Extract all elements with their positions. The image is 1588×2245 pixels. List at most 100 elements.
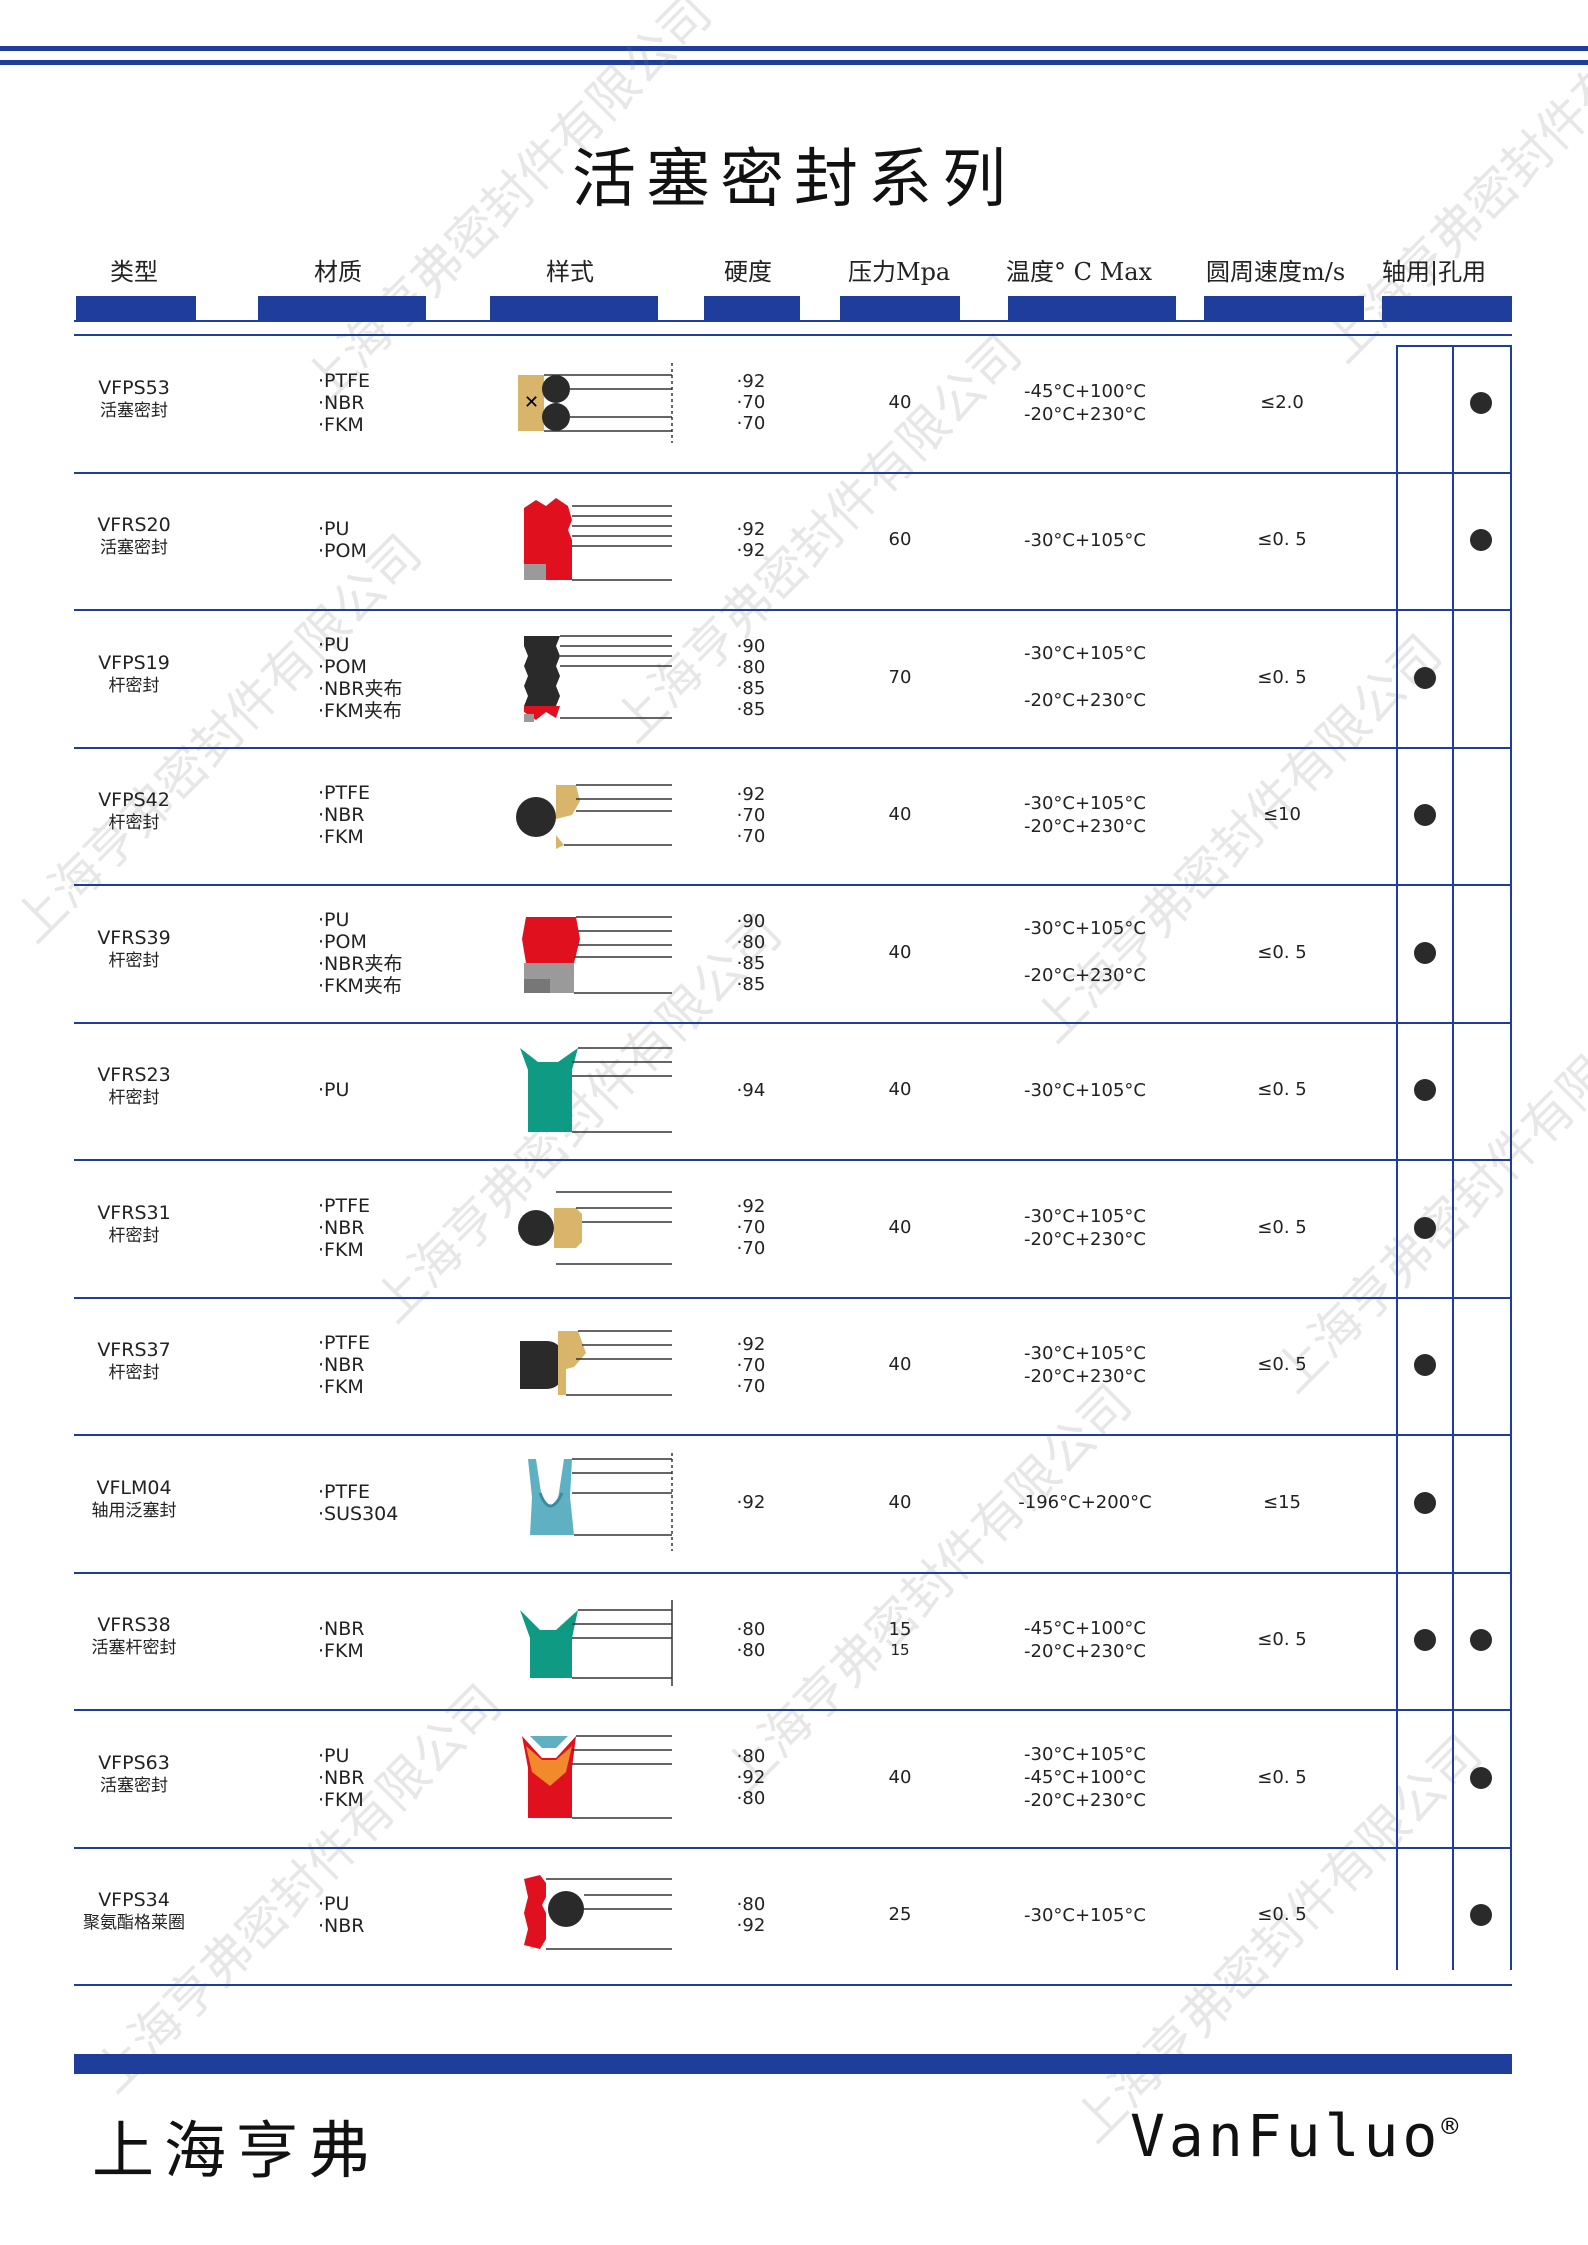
hardness-value: ·92	[736, 1334, 766, 1355]
material-item: ·FKM	[318, 1376, 364, 1398]
shaft-use-mark	[1414, 1492, 1436, 1514]
temperature-range: -30°C+105°C	[1024, 1080, 1146, 1101]
hardness-value: ·92	[736, 371, 766, 392]
hardness-value: ·70	[736, 1355, 766, 1376]
hardness-value: ·80	[736, 1619, 766, 1640]
brand-name: VanFuluo	[1130, 2102, 1442, 2170]
temperature-range: -20°C+230°C	[1024, 1641, 1146, 1662]
speed-value: ≤0. 5	[1257, 1904, 1307, 1925]
hardness-cell: ·92	[716, 1492, 786, 1513]
seal-cross-section-icon: ✕	[516, 353, 676, 453]
hardness-value: ·70	[736, 826, 766, 847]
header-bar	[1382, 296, 1512, 322]
materials-cell: ·PTFE ·NBR ·FKM	[318, 1195, 438, 1261]
material-item: ·PTFE	[318, 370, 371, 392]
seal-cross-section-icon	[516, 1315, 676, 1415]
temperature-range: -196°C+200°C	[1018, 1492, 1152, 1513]
materials-cell: ·NBR ·FKM	[318, 1618, 438, 1662]
header-bar	[1008, 296, 1176, 322]
row-divider	[74, 747, 1512, 749]
seal-cross-section-icon	[516, 1728, 676, 1828]
product-type-name: 杆密封	[108, 676, 160, 696]
speed-value: ≤0. 5	[1257, 1767, 1307, 1788]
material-item: ·NBR	[318, 804, 365, 826]
pressure-value: 40	[888, 1767, 912, 1788]
shaft-use-mark	[1414, 942, 1436, 964]
temperature-range: -20°C+230°C	[1024, 1229, 1146, 1250]
pressure-value: 40	[888, 804, 912, 825]
temperature-cell: -45°C+100°C -20°C+230°C	[990, 1617, 1180, 1663]
shaft-column-line	[1396, 346, 1398, 1970]
material-item: ·PU	[318, 909, 350, 931]
page-title: 活塞密封系列	[572, 143, 1016, 217]
pressure-cell: 40	[862, 941, 938, 964]
seal-cross-section-icon	[516, 1178, 676, 1278]
temperature-range: -30°C+105°C	[1024, 1343, 1146, 1364]
seal-cross-section-icon	[516, 1865, 676, 1965]
hardness-value: ·92	[736, 1196, 766, 1217]
product-model: VFRS39	[97, 927, 171, 949]
hardness-value: ·90	[736, 636, 766, 657]
watermark: 上海亨弗密封件有限公司	[2, 523, 433, 954]
shaft-use-mark	[1414, 1217, 1436, 1239]
pressure-value: 70	[888, 667, 912, 688]
bore-use-mark	[1470, 529, 1492, 551]
svg-text:✕: ✕	[524, 392, 539, 413]
material-item: ·POM	[318, 540, 367, 562]
temperature-range: -45°C+100°C	[1024, 1618, 1146, 1639]
temperature-range: -20°C+230°C	[1024, 404, 1146, 425]
product-model-cell: VFPS34 聚氨酯格莱圈	[74, 1889, 194, 1935]
hardness-value: ·92	[736, 540, 766, 561]
temperature-range: -30°C+105°C	[1024, 1905, 1146, 1926]
hardness-value: ·92	[736, 1767, 766, 1788]
hardness-value: ·70	[736, 413, 766, 434]
hardness-value: ·70	[736, 805, 766, 826]
seal-cross-section-icon	[516, 903, 676, 1003]
materials-cell: ·PU ·POM	[318, 518, 438, 562]
product-model: VFPS42	[98, 789, 170, 811]
product-model-cell: VFRS37 杆密封	[74, 1339, 194, 1385]
material-item: ·NBR	[318, 1217, 365, 1239]
materials-cell: ·PU	[318, 1079, 438, 1101]
hardness-value: ·85	[736, 974, 766, 995]
hardness-value: ·80	[736, 1746, 766, 1767]
watermark: 上海亨弗密封件有限公司	[1262, 973, 1588, 1404]
product-model: VFPS63	[98, 1752, 170, 1774]
product-type-name: 聚氨酯格莱圈	[83, 1913, 185, 1933]
product-type-name: 活塞密封	[100, 538, 168, 558]
product-model: VFRS20	[97, 514, 171, 536]
header-type: 类型	[110, 258, 158, 286]
hardness-cell: ·94	[716, 1080, 786, 1101]
pressure-value: 40	[888, 942, 912, 963]
hardness-cell: ·90·80·85·85	[716, 636, 786, 720]
material-item: ·PTFE	[318, 1481, 371, 1503]
pressure-cell: 70	[862, 666, 938, 689]
hardness-cell: ·92·92	[716, 519, 786, 561]
product-model-cell: VFRS38 活塞杆密封	[74, 1614, 194, 1660]
materials-cell: ·PTFE ·NBR ·FKM	[318, 782, 438, 848]
pressure-cell: 15 15	[862, 1618, 938, 1659]
pressure-value: 40	[888, 1354, 912, 1375]
product-type-name: 活塞杆密封	[91, 1638, 177, 1658]
temperature-range: -20°C+230°C	[1024, 965, 1146, 986]
registered-mark: ®	[1441, 2109, 1463, 2143]
row-divider	[74, 1297, 1512, 1299]
materials-cell: ·PTFE ·NBR ·FKM	[318, 370, 438, 436]
product-model: VFPS53	[98, 377, 170, 399]
hardness-cell: ·92·70·70	[716, 784, 786, 847]
material-item: ·PU	[318, 1745, 350, 1767]
material-item: ·NBR	[318, 392, 365, 414]
temperature-cell: -30°C+105°C -20°C+230°C	[990, 792, 1180, 838]
temperature-cell: -30°C+105°C -20°C+230°C	[990, 1342, 1180, 1388]
hardness-value: ·85	[736, 678, 766, 699]
header-bar	[258, 296, 426, 322]
pressure-cell: 40	[862, 1078, 938, 1101]
pressure-cell: 40	[862, 803, 938, 826]
temperature-range: -20°C+230°C	[1024, 1366, 1146, 1387]
footer-bar	[74, 2054, 1512, 2074]
material-item: ·NBR	[318, 1354, 365, 1376]
shaft-use-mark	[1414, 1629, 1436, 1651]
header-pressure: 压力Mpa	[848, 258, 951, 286]
pressure-cell: 40	[862, 1491, 938, 1514]
temperature-range: -20°C+230°C	[1024, 690, 1146, 711]
